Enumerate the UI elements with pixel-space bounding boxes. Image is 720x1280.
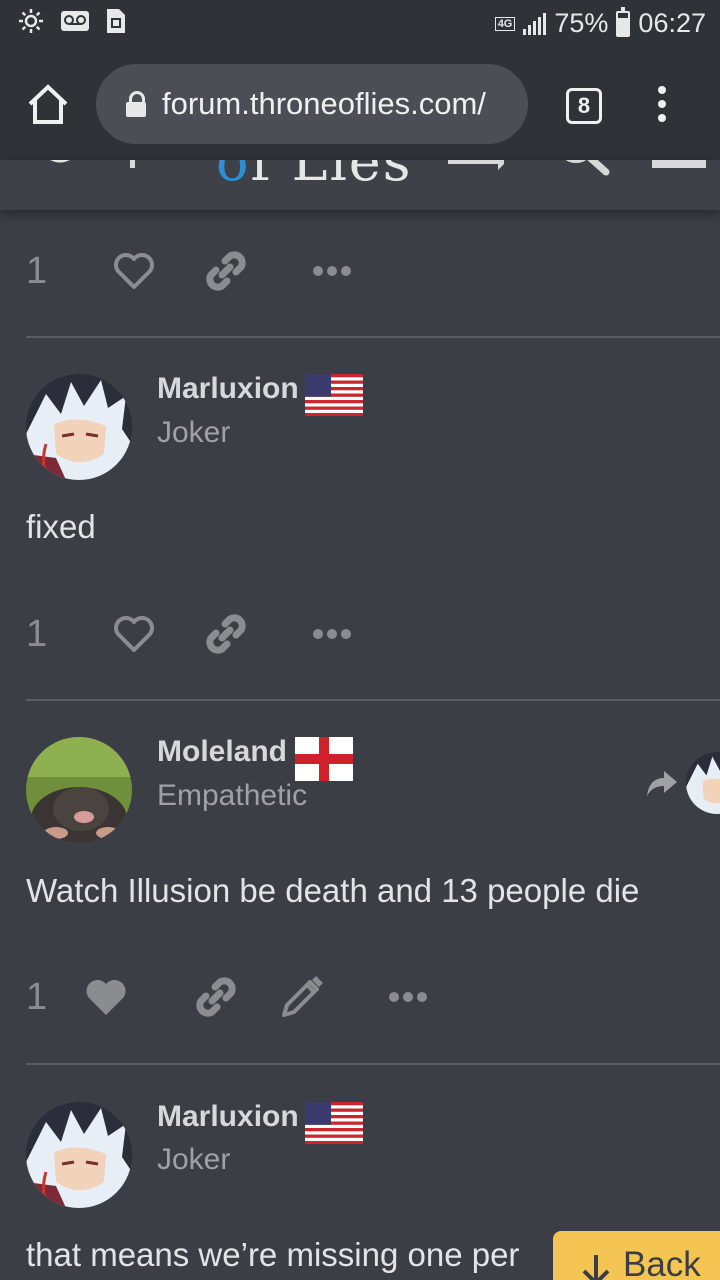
more-icon[interactable]	[388, 991, 428, 1003]
lock-icon	[126, 91, 146, 117]
edit-icon[interactable]	[280, 975, 324, 1019]
voicemail-icon	[61, 11, 89, 31]
overflow-menu-icon[interactable]	[658, 86, 668, 126]
link-icon[interactable]	[204, 612, 248, 656]
post-divider	[26, 336, 720, 338]
like-icon[interactable]	[112, 614, 156, 654]
reply-to-indicator[interactable]	[646, 752, 720, 814]
us-flag-icon	[305, 1102, 363, 1144]
post-divider	[26, 1063, 720, 1065]
clock: 06:27	[638, 8, 706, 38]
network-badge: 4G	[494, 16, 516, 31]
like-count: 1	[26, 612, 48, 655]
signal-icon	[523, 12, 547, 35]
more-icon[interactable]	[312, 265, 352, 277]
forum-header: of Lies	[0, 160, 720, 210]
avatar[interactable]	[26, 737, 132, 843]
like-icon[interactable]	[112, 251, 156, 291]
url-text[interactable]: forum.throneoflies.com/	[162, 86, 486, 122]
hamburger-icon[interactable]	[652, 160, 706, 168]
post-body: fixed	[26, 508, 96, 545]
username[interactable]: Marluxion	[157, 372, 299, 406]
search-icon[interactable]	[554, 160, 610, 176]
arrow-down-icon	[582, 1255, 610, 1280]
username[interactable]: Marluxion	[157, 1100, 299, 1134]
reply-avatar[interactable]	[686, 752, 720, 814]
back-button[interactable]: Back	[553, 1231, 720, 1280]
more-icon[interactable]	[312, 628, 352, 640]
like-icon[interactable]	[84, 977, 128, 1017]
post-body: Watch Illusion be death and 13 people di…	[26, 872, 640, 909]
site-logo-icon[interactable]	[30, 160, 90, 174]
username[interactable]: Moleland	[157, 735, 287, 769]
post-actions: 1	[26, 609, 352, 659]
like-count: 1	[26, 975, 48, 1018]
address-bar[interactable]: forum.throneoflies.com/	[96, 64, 528, 144]
user-title: Joker	[157, 416, 231, 449]
chat-icon[interactable]	[448, 160, 504, 174]
us-flag-icon	[305, 374, 363, 416]
link-icon[interactable]	[194, 975, 238, 1019]
tab-switcher-button[interactable]: 8	[566, 88, 602, 124]
user-title: Empathetic	[157, 779, 308, 812]
england-flag-icon	[295, 737, 353, 781]
like-count: 1	[26, 249, 48, 292]
status-bar: 4G 75% 06:27	[0, 0, 720, 50]
user-title: Joker	[157, 1143, 231, 1176]
sim-icon	[107, 9, 125, 33]
browser-toolbar: forum.throneoflies.com/ 8	[0, 50, 720, 160]
post-actions: 1	[26, 246, 352, 296]
brightness-icon	[19, 9, 43, 33]
forum-logo[interactable]: of Lies	[216, 160, 412, 193]
home-icon[interactable]	[26, 82, 70, 126]
back-button-label: Back	[623, 1245, 701, 1280]
battery-percent: 75%	[554, 8, 609, 38]
avatar[interactable]	[26, 374, 132, 480]
post-divider	[26, 699, 720, 701]
reply-arrow-icon	[647, 771, 677, 796]
post-actions: 1	[26, 972, 428, 1022]
avatar[interactable]	[26, 1102, 132, 1208]
battery-icon	[616, 6, 631, 37]
post-body: that means we’re missing one per	[26, 1236, 520, 1273]
link-icon[interactable]	[204, 249, 248, 293]
